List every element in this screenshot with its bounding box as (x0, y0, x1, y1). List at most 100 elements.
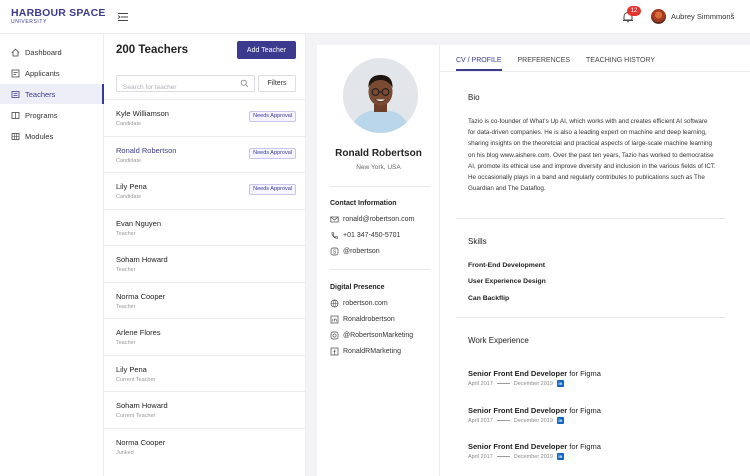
divider (330, 269, 430, 270)
instagram-icon (330, 331, 339, 340)
list-item[interactable]: Norma Cooper Junked (104, 427, 306, 465)
skills-heading: Skills (468, 237, 487, 246)
skill-item: Front-End Development (468, 262, 546, 269)
email-text: ronald@robertson.com (343, 216, 415, 223)
applicants-icon (11, 69, 20, 77)
teacher-role: Candidate (116, 157, 142, 164)
profile-name: Ronald Robertson (335, 148, 422, 159)
list-item[interactable]: Soham Howard Teacher (104, 245, 306, 282)
list-item[interactable]: Lily Pena Candidate Needs Approval (104, 172, 306, 209)
tab-teaching-history[interactable]: TEACHING HISTORY (586, 45, 655, 71)
teacher-name: Norma Cooper (116, 437, 166, 447)
linkedin-icon[interactable]: in (556, 417, 564, 424)
home-icon (11, 48, 20, 56)
teacher-name: Evan Nguyen (116, 218, 162, 228)
collapse-menu-icon[interactable] (117, 11, 129, 23)
facebook-icon (330, 347, 339, 356)
list-item[interactable]: Norma Cooper Teacher (104, 281, 306, 319)
contact-website[interactable]: robertson.com (330, 299, 388, 308)
brand-logo[interactable]: HARBOUR SPACE UNIVERSITY (11, 8, 106, 26)
teacher-role: Teacher (116, 230, 136, 237)
sidebar-item-label: Applicants (25, 68, 60, 78)
divider (330, 186, 430, 187)
contact-heading: Contact Information (330, 200, 397, 207)
job-end: December 2019 (513, 380, 553, 387)
job-for: for (569, 406, 579, 415)
search-input[interactable] (117, 80, 232, 95)
list-item[interactable]: Soham Howard Current Teacher (104, 391, 306, 428)
contact-phone[interactable]: +01 347-450-5701 (330, 231, 400, 240)
teachers-list: Kyle Williamson Candidate Needs Approval… (104, 99, 308, 465)
top-bar: HARBOUR SPACE UNIVERSITY 12 Aubrey Simmm… (0, 0, 750, 34)
programs-icon (11, 111, 20, 119)
job-start: April 2017 (468, 417, 493, 424)
job-title: Senior Front End Developer for Figma (468, 442, 601, 451)
sidebar-item-applicants[interactable]: Applicants (0, 63, 104, 83)
tab-cv-profile[interactable]: CV / PROFILE (456, 45, 502, 71)
linkedin-icon[interactable]: in (556, 453, 564, 460)
teacher-name: Norma Cooper (116, 291, 166, 301)
job-end: December 2019 (513, 417, 553, 424)
sidebar-item-label: Programs (25, 110, 58, 120)
list-item[interactable]: Lily Pena Current Teacher (104, 354, 306, 392)
job-start: April 2017 (468, 453, 493, 460)
sidebar-item-teachers[interactable]: Teachers (0, 84, 104, 104)
job-start: April 2017 (468, 380, 493, 387)
teacher-name: Soham Howard (116, 255, 168, 264)
list-item[interactable]: Arlene Flores Teacher (104, 318, 306, 355)
teachers-icon (11, 90, 20, 98)
work-experience-heading: Work Experience (468, 336, 529, 345)
person-photo-icon (343, 58, 418, 133)
instagram-text: @RobertsonMarketing (343, 332, 414, 339)
profile-photo (343, 58, 418, 133)
status-badge: Needs Approval (249, 147, 296, 159)
teacher-role: Teacher (116, 340, 136, 346)
user-avatar[interactable] (651, 9, 666, 24)
add-teacher-button[interactable]: Add Teacher (237, 41, 296, 59)
profile-tabs: CV / PROFILE PREFERENCES TEACHING HISTOR… (456, 45, 671, 71)
phone-icon (331, 232, 338, 239)
skype-icon: S (330, 247, 339, 256)
contact-email[interactable]: ronald@robertson.com (330, 215, 414, 224)
bio-text: Tazio is co-founder of What’s Up AI, whi… (468, 118, 716, 193)
job-company: Figma (580, 442, 601, 451)
contact-facebook[interactable]: RonaldRMarketing (330, 347, 401, 356)
tab-preferences[interactable]: PREFERENCES (518, 45, 571, 71)
contact-linkedin[interactable]: Ronaldrobertson (330, 315, 395, 324)
job-for: for (569, 369, 579, 378)
teacher-role: Teacher (116, 303, 136, 310)
teacher-role: Teacher (116, 267, 136, 273)
sidebar-item-label: Dashboard (25, 47, 62, 57)
list-item[interactable]: Evan Nguyen Teacher (104, 208, 306, 246)
sidebar-item-modules[interactable]: Modules (0, 126, 104, 146)
sidebar-item-dashboard[interactable]: Dashboard (0, 42, 104, 62)
teacher-name: Arlene Flores (116, 328, 161, 337)
job-title: Senior Front End Developer for Figma (468, 406, 601, 415)
bio-heading: Bio (468, 93, 480, 102)
search-icon[interactable] (240, 79, 249, 88)
chevron-down-icon[interactable]: ∨ (730, 11, 734, 18)
teacher-role: Candidate (116, 194, 142, 200)
mail-icon (330, 216, 339, 223)
filters-button[interactable]: Filters (258, 75, 296, 92)
sidebar-item-programs[interactable]: Programs (0, 105, 104, 125)
notification-count-badge: 12 (627, 6, 641, 16)
linkedin-icon[interactable]: in (556, 380, 564, 387)
job-role: Senior Front End Developer (468, 406, 568, 415)
divider (456, 218, 725, 219)
list-item[interactable]: Kyle Williamson Candidate Needs Approval (104, 99, 306, 136)
contact-instagram[interactable]: @RobertsonMarketing (330, 331, 413, 340)
divider (456, 317, 725, 318)
sidebar-item-label: Teachers (25, 89, 56, 99)
facebook-text: RonaldRMarketing (343, 348, 401, 355)
profile-location: New York, USA (356, 164, 401, 171)
user-name[interactable]: Aubrey Simmmons (671, 12, 734, 21)
list-item[interactable]: Ronald Robertson Candidate Needs Approva… (104, 135, 308, 172)
contact-skype[interactable]: S @robertson (330, 247, 380, 256)
sidebar-item-label: Modules (25, 131, 54, 141)
brand-subtitle: UNIVERSITY (11, 19, 48, 25)
linkedin-icon (330, 315, 339, 324)
phone-text: +01 347-450-5701 (343, 232, 401, 239)
modules-icon (11, 132, 20, 140)
job-role: Senior Front End Developer (468, 442, 568, 451)
